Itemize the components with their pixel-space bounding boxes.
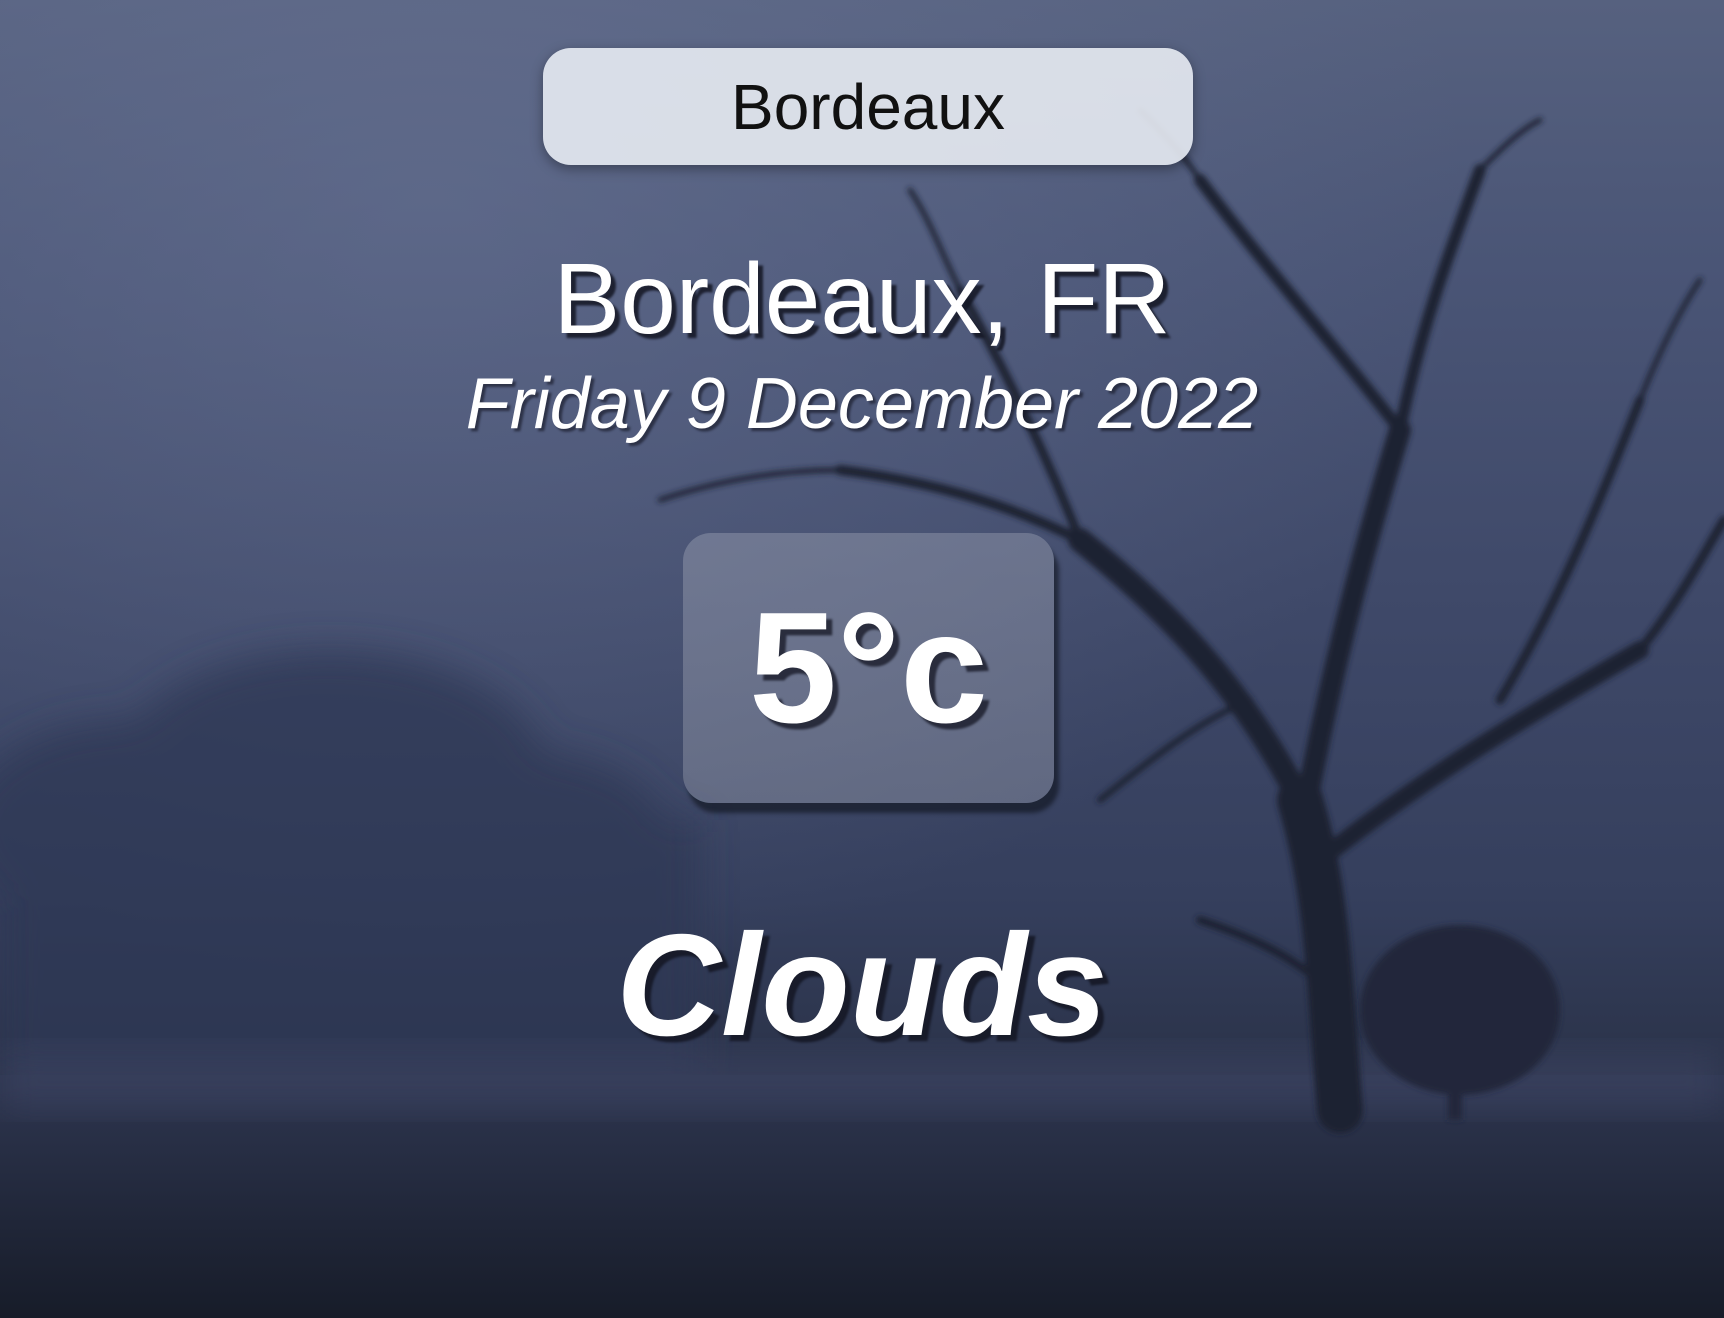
current-date: Friday 9 December 2022 (465, 364, 1259, 444)
location-name: Bordeaux, FR (553, 243, 1171, 355)
weather-condition: Clouds (616, 904, 1108, 1066)
search-bar[interactable] (543, 48, 1193, 165)
temperature-value: 5°c (749, 580, 988, 756)
search-input[interactable] (543, 48, 1193, 165)
temperature-card: 5°c (683, 533, 1054, 803)
